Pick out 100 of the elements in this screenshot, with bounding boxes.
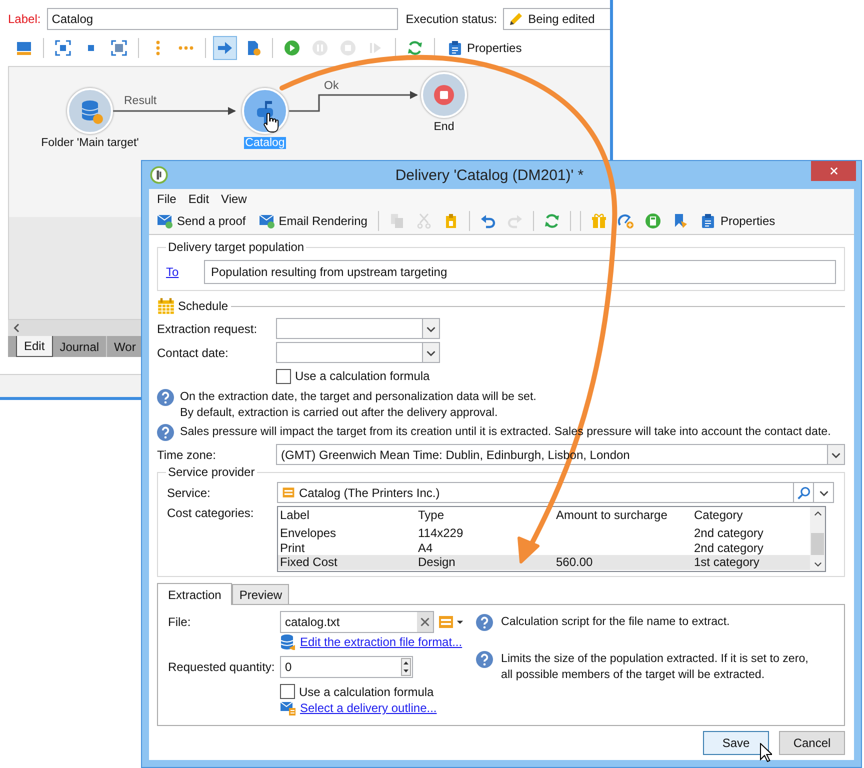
pencil-icon: [508, 11, 524, 27]
search-button[interactable]: [794, 482, 814, 503]
status-value: Being edited: [528, 12, 595, 26]
info-text: On the extraction date, the target and personalization data will be set. By default, extraction is carried out after the delivery approval.: [180, 389, 536, 421]
format-link[interactable]: Edit the extraction file format...: [300, 635, 462, 649]
envelope-icon: [157, 213, 173, 229]
dropdown-button[interactable]: [814, 482, 834, 503]
transition-label: Ok: [324, 80, 339, 92]
database-icon: [280, 634, 296, 650]
dialog-button[interactable]: Cancel: [779, 731, 845, 755]
status-field[interactable]: Being edited: [503, 8, 610, 30]
file-value: catalog.txt: [285, 615, 341, 629]
checkbox[interactable]: [280, 684, 295, 699]
tab[interactable]: Extraction: [157, 583, 232, 605]
info-text: Calculation script for the file name to extract.: [501, 614, 730, 630]
field-label: Cost categories:: [167, 506, 255, 520]
service-value: Catalog (The Printers Inc.): [299, 486, 441, 500]
triangle-up-icon: [402, 659, 410, 667]
properties-button[interactable]: Properties: [442, 36, 527, 60]
table-cell-text: A4: [418, 540, 434, 555]
group-title: Delivery target population: [166, 240, 306, 254]
table-row[interactable]: Print A4 2nd category: [278, 540, 810, 555]
label-field[interactable]: Catalog: [46, 8, 398, 30]
file-menu-button[interactable]: [438, 614, 465, 630]
column-header[interactable]: Category: [694, 507, 810, 526]
spinner-buttons[interactable]: [401, 658, 411, 676]
table-cell-text: 1st category: [694, 555, 760, 570]
close-button[interactable]: [811, 161, 856, 181]
quantity-field[interactable]: 0: [280, 656, 413, 678]
to-link[interactable]: To: [166, 265, 192, 279]
close-icon: [828, 166, 838, 176]
transition-label: Result: [124, 95, 157, 107]
checkbox[interactable]: [276, 368, 291, 384]
table-cell-text: 2nd category: [694, 540, 764, 555]
calendar-icon: [157, 297, 175, 315]
clipboard-icon: [700, 213, 716, 229]
clear-button[interactable]: [417, 612, 433, 632]
field-label: File:: [168, 615, 192, 629]
toolbar-button[interactable]: Properties: [695, 209, 780, 233]
column-header[interactable]: Type: [418, 507, 556, 526]
checkbox-label: Use a calculation formula: [299, 684, 434, 698]
field-label: Contact date:: [157, 346, 230, 360]
stop-node[interactable]: [421, 72, 467, 118]
table-cell-text: 114x229: [418, 526, 464, 540]
node-label: Catalog: [244, 137, 286, 149]
info-text: Limits the size of the population extracted. If it is set to zero, all possible members of the target will be extracted.: [501, 651, 808, 683]
table-cell-text: 560.00: [556, 555, 594, 570]
clear-icon: [419, 616, 431, 628]
toolbar-button[interactable]: Email Rendering: [254, 209, 372, 233]
dialog-button[interactable]: Save: [703, 731, 769, 755]
menu-item[interactable]: File: [151, 192, 182, 206]
hand-cursor-icon: [263, 113, 279, 133]
field-label: Extraction request:: [157, 322, 258, 336]
help-icon: [476, 651, 493, 668]
status-caption: Execution status:: [406, 12, 498, 26]
database-node[interactable]: [67, 88, 113, 134]
table-cell-text: Fixed Cost: [280, 555, 338, 570]
clipboard-icon: [447, 40, 463, 56]
envelope-icon: [258, 213, 275, 229]
target-field[interactable]: Population resulting from upstream targeting: [204, 260, 836, 284]
file-field[interactable]: catalog.txt: [280, 611, 434, 633]
column-header[interactable]: Amount to surcharge: [556, 507, 694, 526]
table-cell-text: Print: [280, 540, 306, 555]
search-icon: [796, 486, 810, 500]
field-label: Service:: [167, 486, 212, 500]
service-field[interactable]: Catalog (The Printers Inc.): [277, 482, 794, 503]
triangle-down-icon: [402, 667, 410, 675]
table-cell-text: Design: [418, 555, 456, 570]
column-header[interactable]: Label: [280, 507, 418, 526]
section-title: Schedule: [178, 299, 228, 313]
tab[interactable]: Journal: [52, 336, 108, 357]
label-caption: Label:: [8, 12, 41, 26]
toolbar-button[interactable]: Send a proof: [152, 209, 251, 233]
checkbox-label: Use a calculation formula: [295, 369, 430, 383]
table-cell-text: 2nd category: [694, 526, 764, 540]
menu-item[interactable]: Edit: [182, 192, 216, 206]
menu-item[interactable]: View: [215, 192, 253, 206]
help-icon: [476, 614, 493, 630]
window-title: Delivery 'Catalog (DM201)' *: [394, 166, 585, 184]
scrollbar[interactable]: [810, 507, 825, 571]
app-logo-icon: [150, 166, 168, 184]
node-label: Folder 'Main target': [40, 137, 140, 149]
quantity-value: 0: [285, 660, 293, 674]
envelope-icon: [280, 700, 296, 716]
date-dropdown[interactable]: [276, 318, 440, 339]
table-cell-text: Envelopes: [280, 526, 338, 540]
field-label: Requested quantity:: [168, 660, 276, 674]
outline-link[interactable]: Select a delivery outline...: [300, 701, 437, 715]
table-row[interactable]: Envelopes 114x229 2nd category: [278, 526, 810, 540]
document-icon: [438, 614, 454, 630]
field-label: Time zone:: [157, 448, 217, 462]
node-label: End: [432, 121, 456, 133]
tab[interactable]: Edit: [16, 336, 53, 357]
table-row[interactable]: Fixed Cost Design 560.00 1st category: [278, 555, 810, 570]
help-icon: [157, 389, 174, 406]
group-title: Service provider: [166, 465, 257, 479]
tab[interactable]: Preview: [232, 584, 290, 604]
mailbox-node[interactable]: [242, 88, 288, 134]
help-icon: [157, 424, 174, 441]
date-dropdown[interactable]: [276, 342, 440, 363]
